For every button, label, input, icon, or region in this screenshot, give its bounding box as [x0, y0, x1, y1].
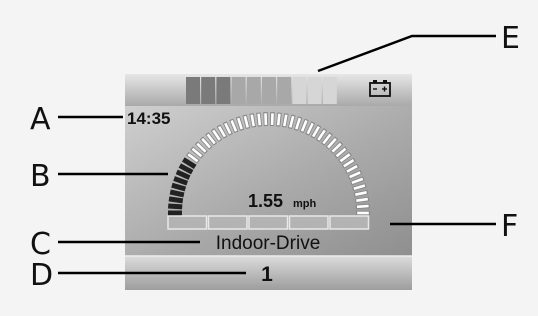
battery-segment — [277, 77, 292, 104]
indicator-segment — [329, 215, 370, 230]
indicator-bar — [167, 215, 370, 230]
battery-segment — [186, 77, 200, 104]
callout-a: A — [30, 102, 51, 137]
callout-c: C — [30, 227, 51, 262]
battery-segment — [201, 77, 216, 104]
battery-segment — [216, 77, 231, 104]
callout-e: E — [501, 21, 520, 56]
battery-segment — [307, 77, 322, 104]
battery-segment — [292, 77, 307, 104]
diagram: 14:35 1.55 mph Indoor-Drive 1 A B C D E … — [0, 0, 538, 316]
speed-gauge-segment — [168, 203, 183, 210]
speed-gauge-segment — [169, 189, 185, 198]
battery-segment — [262, 77, 276, 104]
clock-readout: 14:35 — [127, 109, 170, 128]
leader-e — [317, 34, 496, 73]
speed-unit: mph — [293, 198, 317, 210]
indicator-segment — [248, 215, 289, 230]
battery-segment — [322, 77, 337, 104]
speed-gauge-segment-inner — [356, 197, 368, 202]
indicator-segment — [207, 215, 248, 230]
profile-number: 1 — [261, 263, 273, 286]
speed-value: 1.55 — [248, 191, 283, 211]
speed-gauge-segment-inner — [257, 113, 262, 126]
battery-segment — [246, 77, 261, 104]
speed-gauge-segment-inner — [276, 113, 281, 126]
callout-d: D — [30, 258, 53, 293]
indicator-segment — [167, 215, 208, 230]
indicator-segment — [288, 215, 329, 230]
callout-f: F — [501, 209, 518, 244]
speed-gauge-segment — [168, 196, 184, 204]
battery-segment — [231, 77, 246, 104]
speed-gauge-segment-inner — [356, 204, 369, 209]
callout-b: B — [30, 159, 51, 194]
controller-display-diagram: 14:35 1.55 mph Indoor-Drive 1 A B C D E … — [30, 21, 520, 293]
drive-mode-label: Indoor-Drive — [216, 233, 321, 254]
